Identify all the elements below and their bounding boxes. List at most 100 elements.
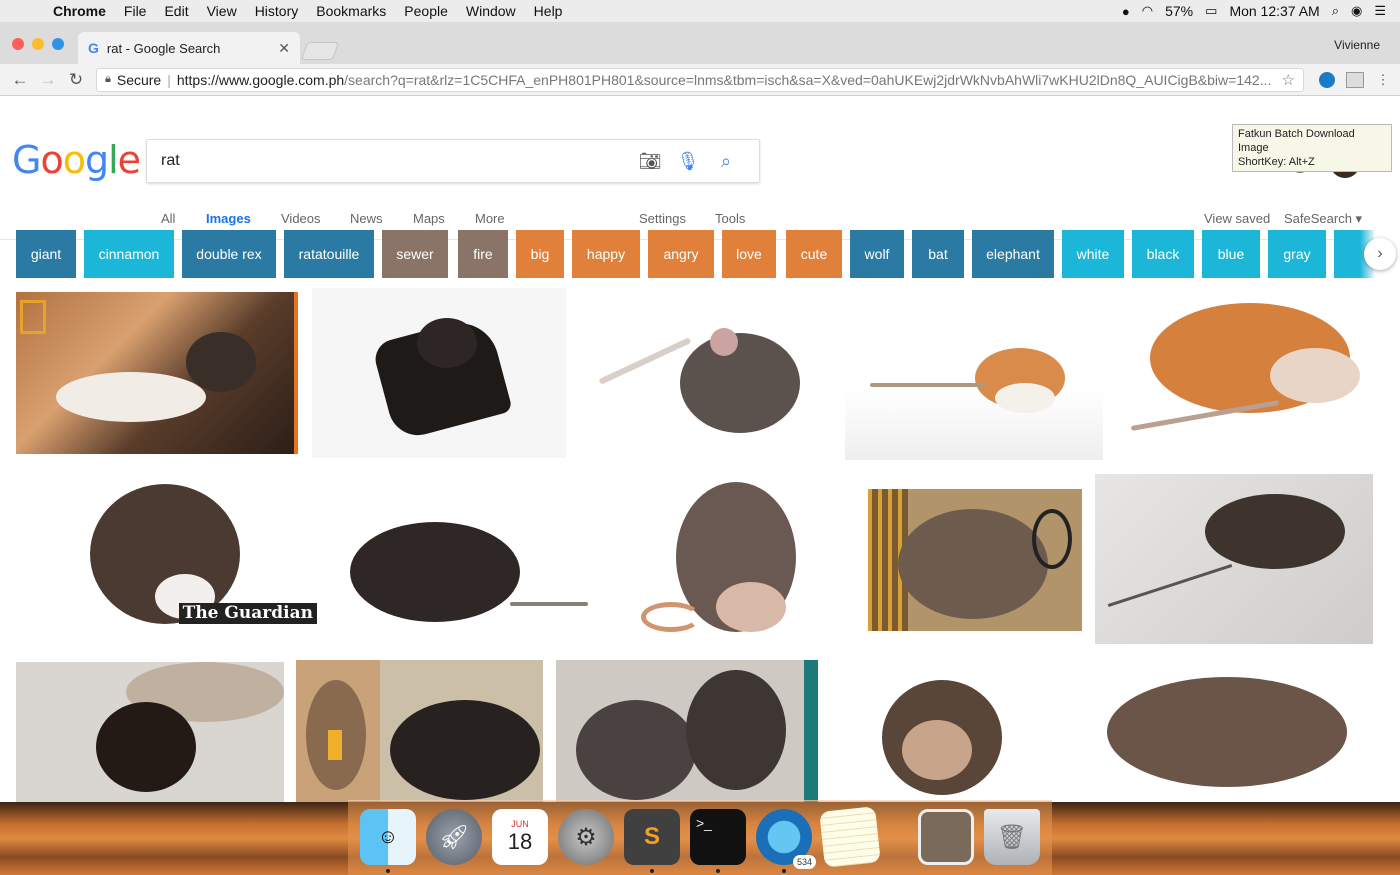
spotlight-search-icon[interactable]: ⌕ <box>1332 3 1339 19</box>
tab-tools[interactable]: Tools <box>715 211 745 226</box>
extension-blue-icon[interactable] <box>1316 69 1338 91</box>
image-result[interactable] <box>296 660 380 802</box>
forward-icon[interactable]: → <box>34 70 62 90</box>
chip-angry[interactable]: angry <box>648 230 714 278</box>
google-logo[interactable]: Google <box>12 138 141 182</box>
user-switch-icon[interactable]: ◉ <box>1351 3 1362 19</box>
image-result[interactable] <box>636 472 812 646</box>
rat-belly <box>716 582 786 632</box>
close-window-button[interactable] <box>12 38 24 50</box>
chip-black[interactable]: black <box>1132 230 1194 278</box>
chip-elephant[interactable]: elephant <box>972 230 1054 278</box>
wifi-icon[interactable]: ◠ <box>1142 3 1153 19</box>
image-result[interactable] <box>1092 662 1362 802</box>
back-icon[interactable]: ← <box>6 70 34 90</box>
calendar-icon[interactable]: JUN 18 <box>492 809 548 865</box>
image-result[interactable] <box>312 288 566 458</box>
tab-more[interactable]: More <box>475 211 505 226</box>
preview-photo-icon[interactable] <box>918 809 974 865</box>
search-icon[interactable]: ⌕ <box>707 151 745 172</box>
chips-scroll-right-button[interactable]: › <box>1360 230 1400 278</box>
menu-view[interactable]: View <box>198 3 246 19</box>
tab-maps[interactable]: Maps <box>413 211 445 226</box>
search-box[interactable]: rat 📷︎ 🎙︎ ⌕ <box>146 139 760 183</box>
notes-icon[interactable] <box>819 806 881 868</box>
chip-sewer[interactable]: sewer <box>382 230 448 278</box>
chrome-menu-icon[interactable]: ⋮ <box>1372 69 1394 91</box>
chrome-icon[interactable]: 534 <box>756 809 816 869</box>
menu-app-name[interactable]: Chrome <box>44 3 115 19</box>
chip-giant[interactable]: giant <box>16 230 76 278</box>
chip-blue[interactable]: blue <box>1202 230 1260 278</box>
rat-shape <box>186 332 256 392</box>
safesearch-dropdown[interactable]: SafeSearch ▾ <box>1284 211 1362 227</box>
chip-love[interactable]: love <box>722 230 776 278</box>
fatkun-extension-icon[interactable] <box>1344 69 1366 91</box>
launchpad-icon[interactable]: 🚀︎ <box>426 809 482 865</box>
menu-clock[interactable]: Mon 12:37 AM <box>1229 3 1319 19</box>
chip-fire[interactable]: fire <box>458 230 508 278</box>
battery-percent[interactable]: 57% <box>1165 3 1193 19</box>
battery-icon[interactable]: ▭ <box>1205 3 1217 19</box>
bookmark-star-icon[interactable]: ☆ <box>1274 71 1295 89</box>
view-saved-link[interactable]: View saved <box>1204 211 1270 226</box>
chip-double-rex[interactable]: double rex <box>182 230 276 278</box>
close-tab-icon[interactable]: ✕ <box>278 40 290 57</box>
image-result[interactable] <box>16 292 298 454</box>
image-result[interactable] <box>585 288 825 458</box>
new-tab-button[interactable] <box>300 42 340 60</box>
tab-news[interactable]: News <box>350 211 383 226</box>
microphone-icon[interactable]: 🎙︎ <box>669 151 707 172</box>
finder-icon[interactable]: ☺ <box>360 809 416 865</box>
menu-bookmarks[interactable]: Bookmarks <box>307 3 395 19</box>
chip-gray[interactable]: gray <box>1268 230 1326 278</box>
tab-videos[interactable]: Videos <box>281 211 321 226</box>
tab-images[interactable]: Images <box>206 211 251 226</box>
image-result[interactable] <box>868 489 1082 631</box>
minimize-window-button[interactable] <box>32 38 44 50</box>
address-bar[interactable]: 🔒︎ Secure | https://www.google.com.ph /s… <box>96 67 1304 92</box>
image-results-grid: The Guardian <box>0 286 1400 802</box>
image-result[interactable] <box>556 660 818 802</box>
sublime-text-icon[interactable]: S <box>624 809 680 865</box>
trash-icon[interactable]: 🗑︎ <box>984 809 1040 865</box>
chip-bat[interactable]: bat <box>912 230 964 278</box>
menu-history[interactable]: History <box>246 3 308 19</box>
reload-icon[interactable]: ↻ <box>62 70 90 90</box>
image-result[interactable] <box>832 660 1078 802</box>
chip-label: white <box>1076 246 1110 262</box>
profile-name[interactable]: Vivienne <box>1334 38 1380 52</box>
chip-happy[interactable]: happy <box>572 230 640 278</box>
menu-help[interactable]: Help <box>525 3 572 19</box>
camera-search-icon[interactable]: 📷︎ <box>631 151 669 172</box>
image-result[interactable] <box>340 492 590 632</box>
status-bubble-icon[interactable]: ● <box>1122 4 1130 19</box>
terminal-icon[interactable]: >_ <box>690 809 746 865</box>
image-result[interactable]: The Guardian <box>70 474 317 638</box>
image-result[interactable] <box>16 662 284 802</box>
chip-big[interactable]: big <box>516 230 564 278</box>
chip-white[interactable]: white <box>1062 230 1124 278</box>
chip-wolf[interactable]: wolf <box>850 230 904 278</box>
tab-all[interactable]: All <box>161 211 175 226</box>
menu-people[interactable]: People <box>395 3 457 19</box>
image-result[interactable] <box>845 288 1103 460</box>
chip-label: wolf <box>864 246 890 262</box>
image-result[interactable] <box>1095 474 1373 644</box>
search-input[interactable]: rat <box>161 152 631 170</box>
menu-window[interactable]: Window <box>457 3 525 19</box>
system-preferences-gear-icon[interactable]: ⚙︎ <box>558 809 614 865</box>
browser-tab-active[interactable]: G rat - Google Search ✕ <box>78 32 300 64</box>
zoom-window-button[interactable] <box>52 38 64 50</box>
chip-cute[interactable]: cute <box>786 230 842 278</box>
image-result[interactable] <box>1120 288 1360 458</box>
chip-label: ratatouille <box>298 246 360 262</box>
chip-ratatouille[interactable]: ratatouille <box>284 230 374 278</box>
tab-settings[interactable]: Settings <box>639 211 686 226</box>
notification-center-icon[interactable]: ☰ <box>1374 3 1386 19</box>
menu-file[interactable]: File <box>115 3 156 19</box>
chip-cinnamon[interactable]: cinnamon <box>84 230 174 278</box>
menu-edit[interactable]: Edit <box>155 3 197 19</box>
image-result[interactable] <box>380 660 543 802</box>
running-indicator <box>650 869 654 873</box>
